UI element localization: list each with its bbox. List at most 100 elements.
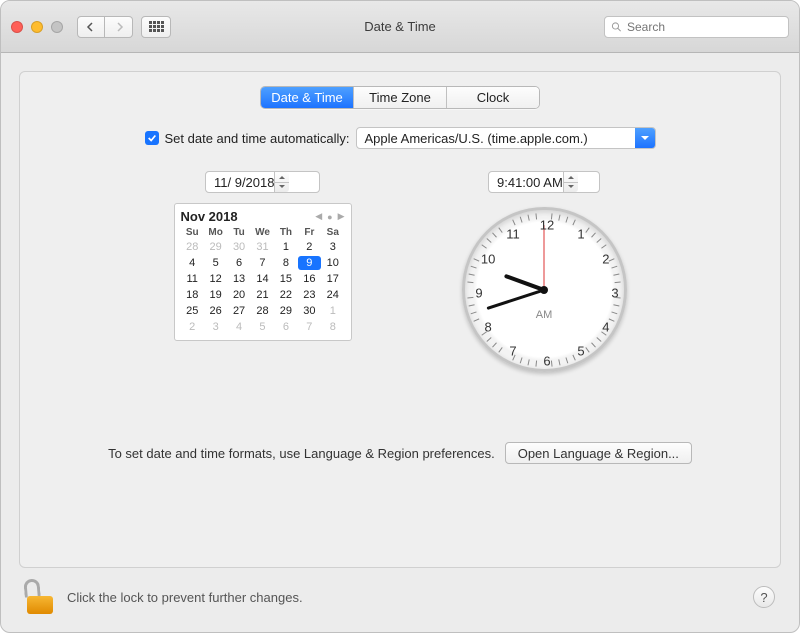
calendar-day[interactable]: 13 — [227, 272, 250, 286]
clock-number: 5 — [577, 344, 584, 359]
calendar-day[interactable]: 24 — [321, 288, 344, 302]
calendar-day[interactable]: 31 — [251, 240, 274, 254]
calendar-day[interactable]: 15 — [274, 272, 297, 286]
calendar-day-header: Fr — [298, 227, 321, 238]
calendar-day[interactable]: 28 — [251, 304, 274, 318]
calendar-day[interactable]: 11 — [181, 272, 204, 286]
calendar-day[interactable]: 22 — [274, 288, 297, 302]
clock-number: 1 — [577, 226, 584, 241]
time-server-value: Apple Americas/U.S. (time.apple.com.) — [365, 131, 588, 146]
calendar-day[interactable]: 5 — [204, 256, 227, 270]
titlebar: Date & Time — [1, 1, 799, 53]
calendar-prev-button[interactable]: ◀ — [315, 211, 322, 222]
auto-time-checkbox[interactable] — [145, 131, 159, 145]
tab-date-time[interactable]: Date & Time — [261, 87, 353, 108]
calendar-day[interactable]: 1 — [321, 304, 344, 318]
calendar-day-header: We — [251, 227, 274, 238]
calendar-day[interactable]: 2 — [181, 320, 204, 334]
search-input[interactable] — [627, 20, 782, 34]
date-column: 11/ 9/2018 Nov 2018 ◀ ● ▶ — [174, 171, 352, 372]
calendar-nav: ◀ ● ▶ — [315, 211, 344, 222]
calendar-day[interactable]: 1 — [274, 240, 297, 254]
show-all-button[interactable] — [141, 16, 171, 38]
calendar-day[interactable]: 30 — [298, 304, 321, 318]
calendar-month-year: Nov 2018 — [181, 209, 238, 224]
date-stepper[interactable] — [274, 172, 289, 192]
main-panel: Date & Time Time Zone Clock Set date and… — [19, 71, 781, 568]
datetime-row: 11/ 9/2018 Nov 2018 ◀ ● ▶ — [20, 171, 780, 372]
time-field[interactable]: 9:41:00 AM — [488, 171, 600, 193]
calendar-day[interactable]: 9 — [298, 256, 321, 270]
calendar-day-header: Su — [181, 227, 204, 238]
back-button[interactable] — [77, 16, 105, 38]
calendar-day[interactable]: 14 — [251, 272, 274, 286]
calendar-day[interactable]: 29 — [204, 240, 227, 254]
help-button[interactable]: ? — [753, 586, 775, 608]
clock-number: 10 — [481, 251, 495, 266]
lock-button[interactable] — [25, 580, 55, 614]
calendar-day[interactable]: 8 — [321, 320, 344, 334]
search-field[interactable] — [604, 16, 789, 38]
lock-open-icon — [23, 578, 41, 597]
calendar-day[interactable]: 3 — [204, 320, 227, 334]
calendar-day[interactable]: 27 — [227, 304, 250, 318]
hour-hand — [504, 273, 545, 291]
date-field[interactable]: 11/ 9/2018 — [205, 171, 320, 193]
calendar-day[interactable]: 26 — [204, 304, 227, 318]
forward-button[interactable] — [105, 16, 133, 38]
tab-time-zone[interactable]: Time Zone — [353, 87, 446, 108]
format-hint-text: To set date and time formats, use Langua… — [108, 446, 495, 461]
traffic-lights — [11, 21, 63, 33]
open-language-region-button[interactable]: Open Language & Region... — [505, 442, 692, 464]
auto-time-row: Set date and time automatically: Apple A… — [20, 127, 780, 149]
calendar-next-button[interactable]: ▶ — [338, 211, 345, 222]
calendar-day[interactable]: 12 — [204, 272, 227, 286]
calendar-day[interactable]: 30 — [227, 240, 250, 254]
calendar-day[interactable]: 6 — [274, 320, 297, 334]
calendar-day[interactable]: 16 — [298, 272, 321, 286]
calendar-day[interactable]: 4 — [227, 320, 250, 334]
calendar-day[interactable]: 21 — [251, 288, 274, 302]
calendar: Nov 2018 ◀ ● ▶ SuMoTuWeThFrSa28293031123… — [174, 203, 352, 341]
grid-icon — [149, 21, 164, 32]
calendar-day[interactable]: 8 — [274, 256, 297, 270]
calendar-day[interactable]: 7 — [251, 256, 274, 270]
calendar-day[interactable]: 19 — [204, 288, 227, 302]
clock-number: 6 — [543, 353, 550, 368]
calendar-day[interactable]: 23 — [298, 288, 321, 302]
calendar-day[interactable]: 28 — [181, 240, 204, 254]
auto-time-label: Set date and time automatically: — [165, 131, 350, 146]
time-stepper[interactable] — [563, 172, 578, 192]
calendar-day[interactable]: 4 — [181, 256, 204, 270]
calendar-today-button[interactable]: ● — [327, 212, 332, 222]
minimize-window-button[interactable] — [31, 21, 43, 33]
calendar-day[interactable]: 25 — [181, 304, 204, 318]
calendar-day[interactable]: 10 — [321, 256, 344, 270]
tab-clock[interactable]: Clock — [446, 87, 539, 108]
lock-label: Click the lock to prevent further change… — [67, 590, 303, 605]
calendar-day[interactable]: 17 — [321, 272, 344, 286]
clock-number: 11 — [506, 226, 520, 241]
second-hand — [544, 225, 545, 290]
time-server-select[interactable]: Apple Americas/U.S. (time.apple.com.) — [356, 127, 656, 149]
close-window-button[interactable] — [11, 21, 23, 33]
calendar-day[interactable]: 20 — [227, 288, 250, 302]
search-icon — [611, 21, 622, 33]
clock-number: 9 — [475, 285, 482, 300]
calendar-day[interactable]: 2 — [298, 240, 321, 254]
calendar-day-header: Sa — [321, 227, 344, 238]
calendar-day-header: Tu — [227, 227, 250, 238]
calendar-day[interactable]: 29 — [274, 304, 297, 318]
calendar-day[interactable]: 18 — [181, 288, 204, 302]
clock-number: 2 — [602, 251, 609, 266]
calendar-day[interactable]: 3 — [321, 240, 344, 254]
time-column: 9:41:00 AM AM 121234567891011 — [462, 171, 627, 372]
date-value: 11/ 9/2018 — [214, 175, 274, 190]
minute-hand — [486, 288, 544, 309]
time-value: 9:41:00 AM — [497, 175, 563, 190]
calendar-day[interactable]: 5 — [251, 320, 274, 334]
nav-buttons — [77, 16, 133, 38]
calendar-day[interactable]: 6 — [227, 256, 250, 270]
calendar-day[interactable]: 7 — [298, 320, 321, 334]
zoom-window-button[interactable] — [51, 21, 63, 33]
